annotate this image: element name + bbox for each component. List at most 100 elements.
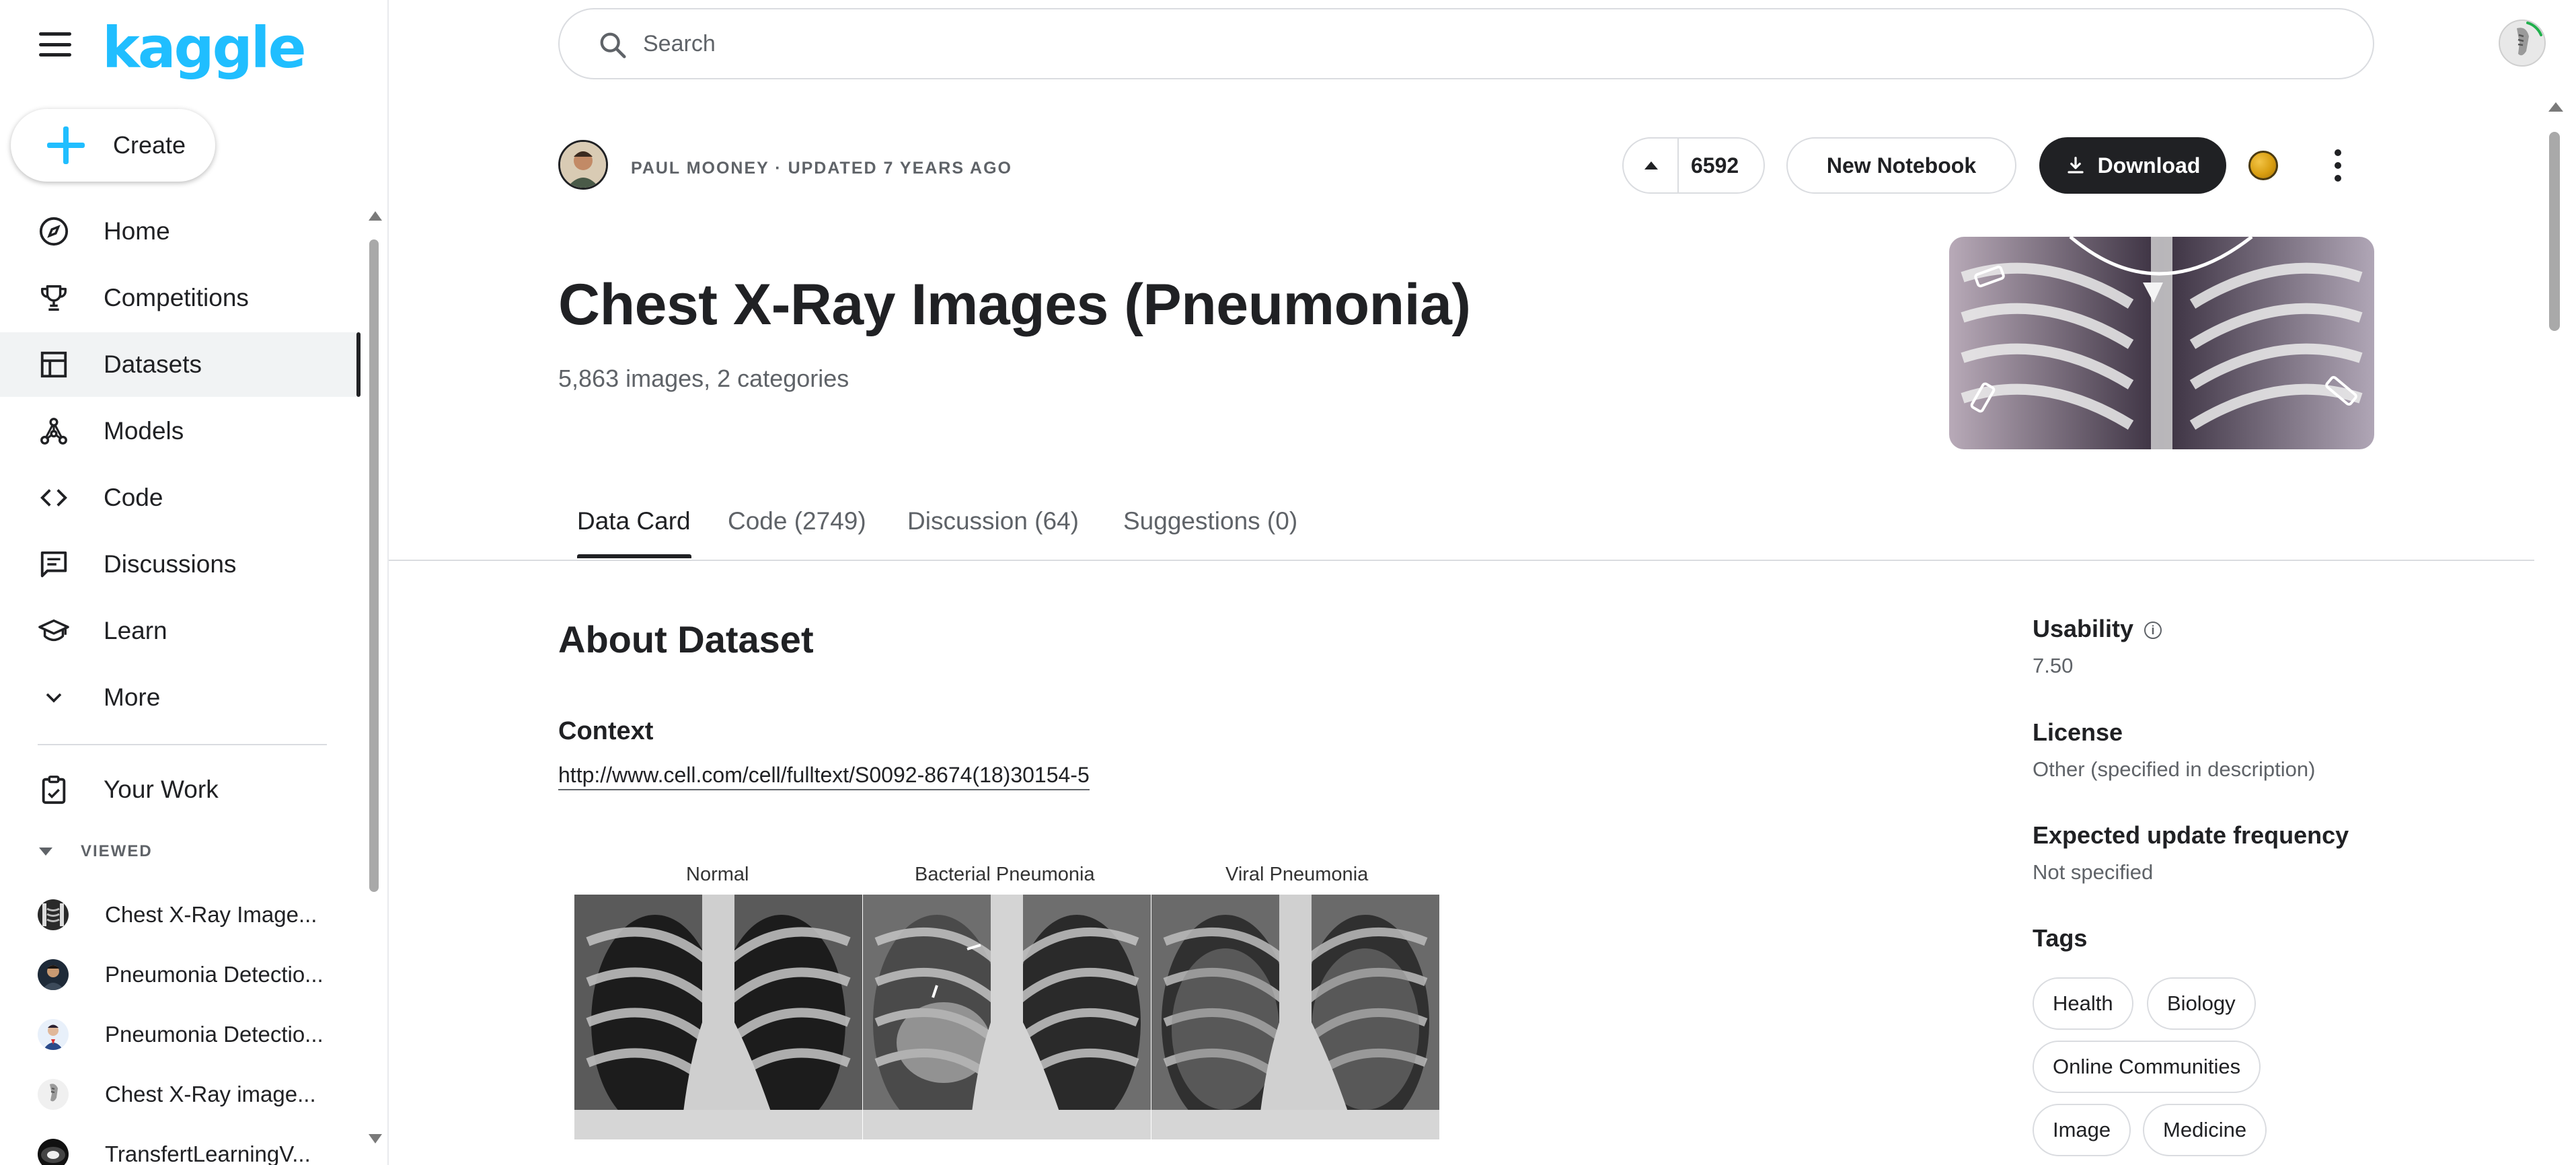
figure-caption: Viral Pneumonia (1225, 864, 1369, 885)
create-button[interactable]: Create (11, 109, 215, 182)
active-indicator (356, 332, 361, 397)
context-link[interactable]: http://www.cell.com/cell/fulltext/S0092-… (558, 763, 1090, 790)
search-input[interactable]: Search (558, 8, 2374, 79)
usability-heading: Usability i (2033, 615, 2162, 643)
xray-viral-image (1151, 895, 1439, 1139)
trophy-icon (36, 280, 71, 315)
tab-code[interactable]: Code (2749) (728, 507, 866, 535)
more-options-icon[interactable] (2331, 149, 2345, 182)
search-placeholder: Search (643, 30, 716, 57)
user-avatar-icon (38, 959, 69, 990)
menu-icon[interactable] (39, 32, 71, 57)
xray-normal-image (574, 895, 862, 1139)
scroll-up-arrow-icon[interactable] (369, 211, 382, 221)
xray-thumbnail-icon (38, 1079, 69, 1110)
discussions-icon (36, 547, 71, 582)
sidebar-item-label: Datasets (104, 350, 202, 378)
download-button[interactable]: Download (2039, 137, 2226, 194)
sidebar-item-label: More (104, 683, 161, 711)
sidebar-item-datasets[interactable]: Datasets (0, 332, 356, 397)
sidebar-item-code[interactable]: Code (0, 465, 356, 530)
sidebar-item-label: Learn (104, 617, 167, 644)
page-title: Chest X-Ray Images (Pneumonia) (558, 272, 1471, 337)
recent-item-label: Chest X-Ray Image... (105, 902, 317, 927)
recent-item-label: Pneumonia Detectio... (105, 1022, 324, 1047)
tag-chip[interactable]: Medicine (2143, 1104, 2267, 1156)
create-button-label: Create (113, 131, 186, 159)
license-value: Other (specified in description) (2033, 757, 2316, 781)
sidebar-scrollbar[interactable] (367, 209, 382, 1143)
recent-item-label: Pneumonia Detectio... (105, 962, 324, 987)
recent-item-label: TransfertLearningV... (105, 1141, 311, 1165)
sidebar-item-competitions[interactable]: Competitions (0, 266, 356, 330)
upvote-count: 6592 (1691, 153, 1739, 178)
figure-caption: Normal (686, 864, 749, 885)
tag-chip[interactable]: Online Communities (2033, 1041, 2261, 1093)
scrollbar-thumb[interactable] (2549, 132, 2560, 331)
sidebar-item-label: Home (104, 217, 170, 245)
recent-item[interactable]: Chest X-Ray Image... (0, 885, 356, 944)
table-icon (36, 347, 71, 382)
dataset-cover-image (1949, 237, 2374, 449)
recent-item[interactable]: Chest X-Ray image... (0, 1065, 356, 1124)
compass-icon (36, 214, 71, 249)
caret-down-icon (39, 848, 52, 856)
sidebar-item-discussions[interactable]: Discussions (0, 532, 356, 597)
author-updated-line: PAUL MOONEY · UPDATED 7 YEARS AGO (631, 159, 1013, 178)
chevron-down-icon (36, 680, 71, 715)
kaggle-logo[interactable]: kaggle (102, 15, 307, 81)
recent-item[interactable]: Pneumonia Detectio... (0, 1005, 356, 1064)
active-tab-indicator (577, 554, 691, 558)
about-dataset-heading: About Dataset (558, 618, 814, 661)
sidebar-item-your-work[interactable]: Your Work (0, 757, 356, 822)
download-label: Download (2097, 153, 2201, 178)
upvote-button[interactable] (1624, 139, 1679, 192)
notebook-thumbnail-icon (38, 1139, 69, 1165)
sidebar-item-label: Competitions (104, 284, 249, 311)
sidebar-item-more[interactable]: More (0, 665, 356, 730)
sidebar-item-label: Code (104, 484, 163, 511)
recent-item[interactable]: Pneumonia Detectio... (0, 945, 356, 1004)
graduation-cap-icon (36, 613, 71, 648)
license-heading: License (2033, 718, 2123, 746)
tab-discussion[interactable]: Discussion (64) (907, 507, 1079, 535)
scrollbar-thumb[interactable] (369, 239, 379, 892)
viewed-section-label: VIEWED (81, 842, 153, 860)
tab-suggestions[interactable]: Suggestions (0) (1123, 507, 1297, 535)
models-icon (36, 414, 71, 449)
xray-comparison-figure: Normal Bacterial Pneumonia Viral Pneumon… (574, 864, 1439, 1139)
context-heading: Context (558, 717, 654, 745)
sidebar-item-label: Models (104, 417, 184, 445)
tag-chip[interactable]: Health (2033, 977, 2133, 1030)
sidebar-item-home[interactable]: Home (0, 199, 356, 264)
sidebar-divider (38, 744, 327, 745)
dataset-subtitle: 5,863 images, 2 categories (558, 365, 849, 392)
page-scrollbar[interactable] (2546, 102, 2564, 1165)
plus-icon (44, 124, 87, 167)
author-avatar[interactable] (558, 140, 608, 190)
scroll-up-arrow-icon[interactable] (2548, 102, 2563, 112)
sidebar-item-models[interactable]: Models (0, 399, 356, 463)
viewed-section-toggle[interactable]: VIEWED (39, 842, 153, 861)
scroll-down-arrow-icon[interactable] (369, 1134, 382, 1143)
tag-chip[interactable]: Image (2033, 1104, 2131, 1156)
usability-value: 7.50 (2033, 654, 2074, 677)
sidebar-item-label: Your Work (104, 776, 219, 803)
sidebar-item-learn[interactable]: Learn (0, 599, 356, 663)
usability-label: Usability (2033, 615, 2134, 642)
gold-medal-icon[interactable] (2248, 151, 2278, 180)
tag-chip[interactable]: Biology (2147, 977, 2256, 1030)
sidebar-item-label: Discussions (104, 550, 237, 578)
sidebar: kaggle Create Home Competitions Datasets… (0, 0, 389, 1165)
tab-data-card[interactable]: Data Card (577, 507, 691, 535)
user-avatar-icon (38, 1019, 69, 1050)
upvote-control: 6592 (1622, 137, 1765, 194)
dataset-tabs: Data Card Code (2749) Discussion (64) Su… (389, 498, 2534, 561)
profile-avatar[interactable] (2498, 19, 2546, 67)
tags-heading: Tags (2033, 924, 2088, 952)
new-notebook-button[interactable]: New Notebook (1786, 137, 2016, 194)
recent-item[interactable]: TransfertLearningV... (0, 1125, 356, 1165)
download-icon (2067, 157, 2084, 174)
code-icon (36, 480, 71, 515)
info-icon[interactable]: i (2144, 622, 2162, 640)
